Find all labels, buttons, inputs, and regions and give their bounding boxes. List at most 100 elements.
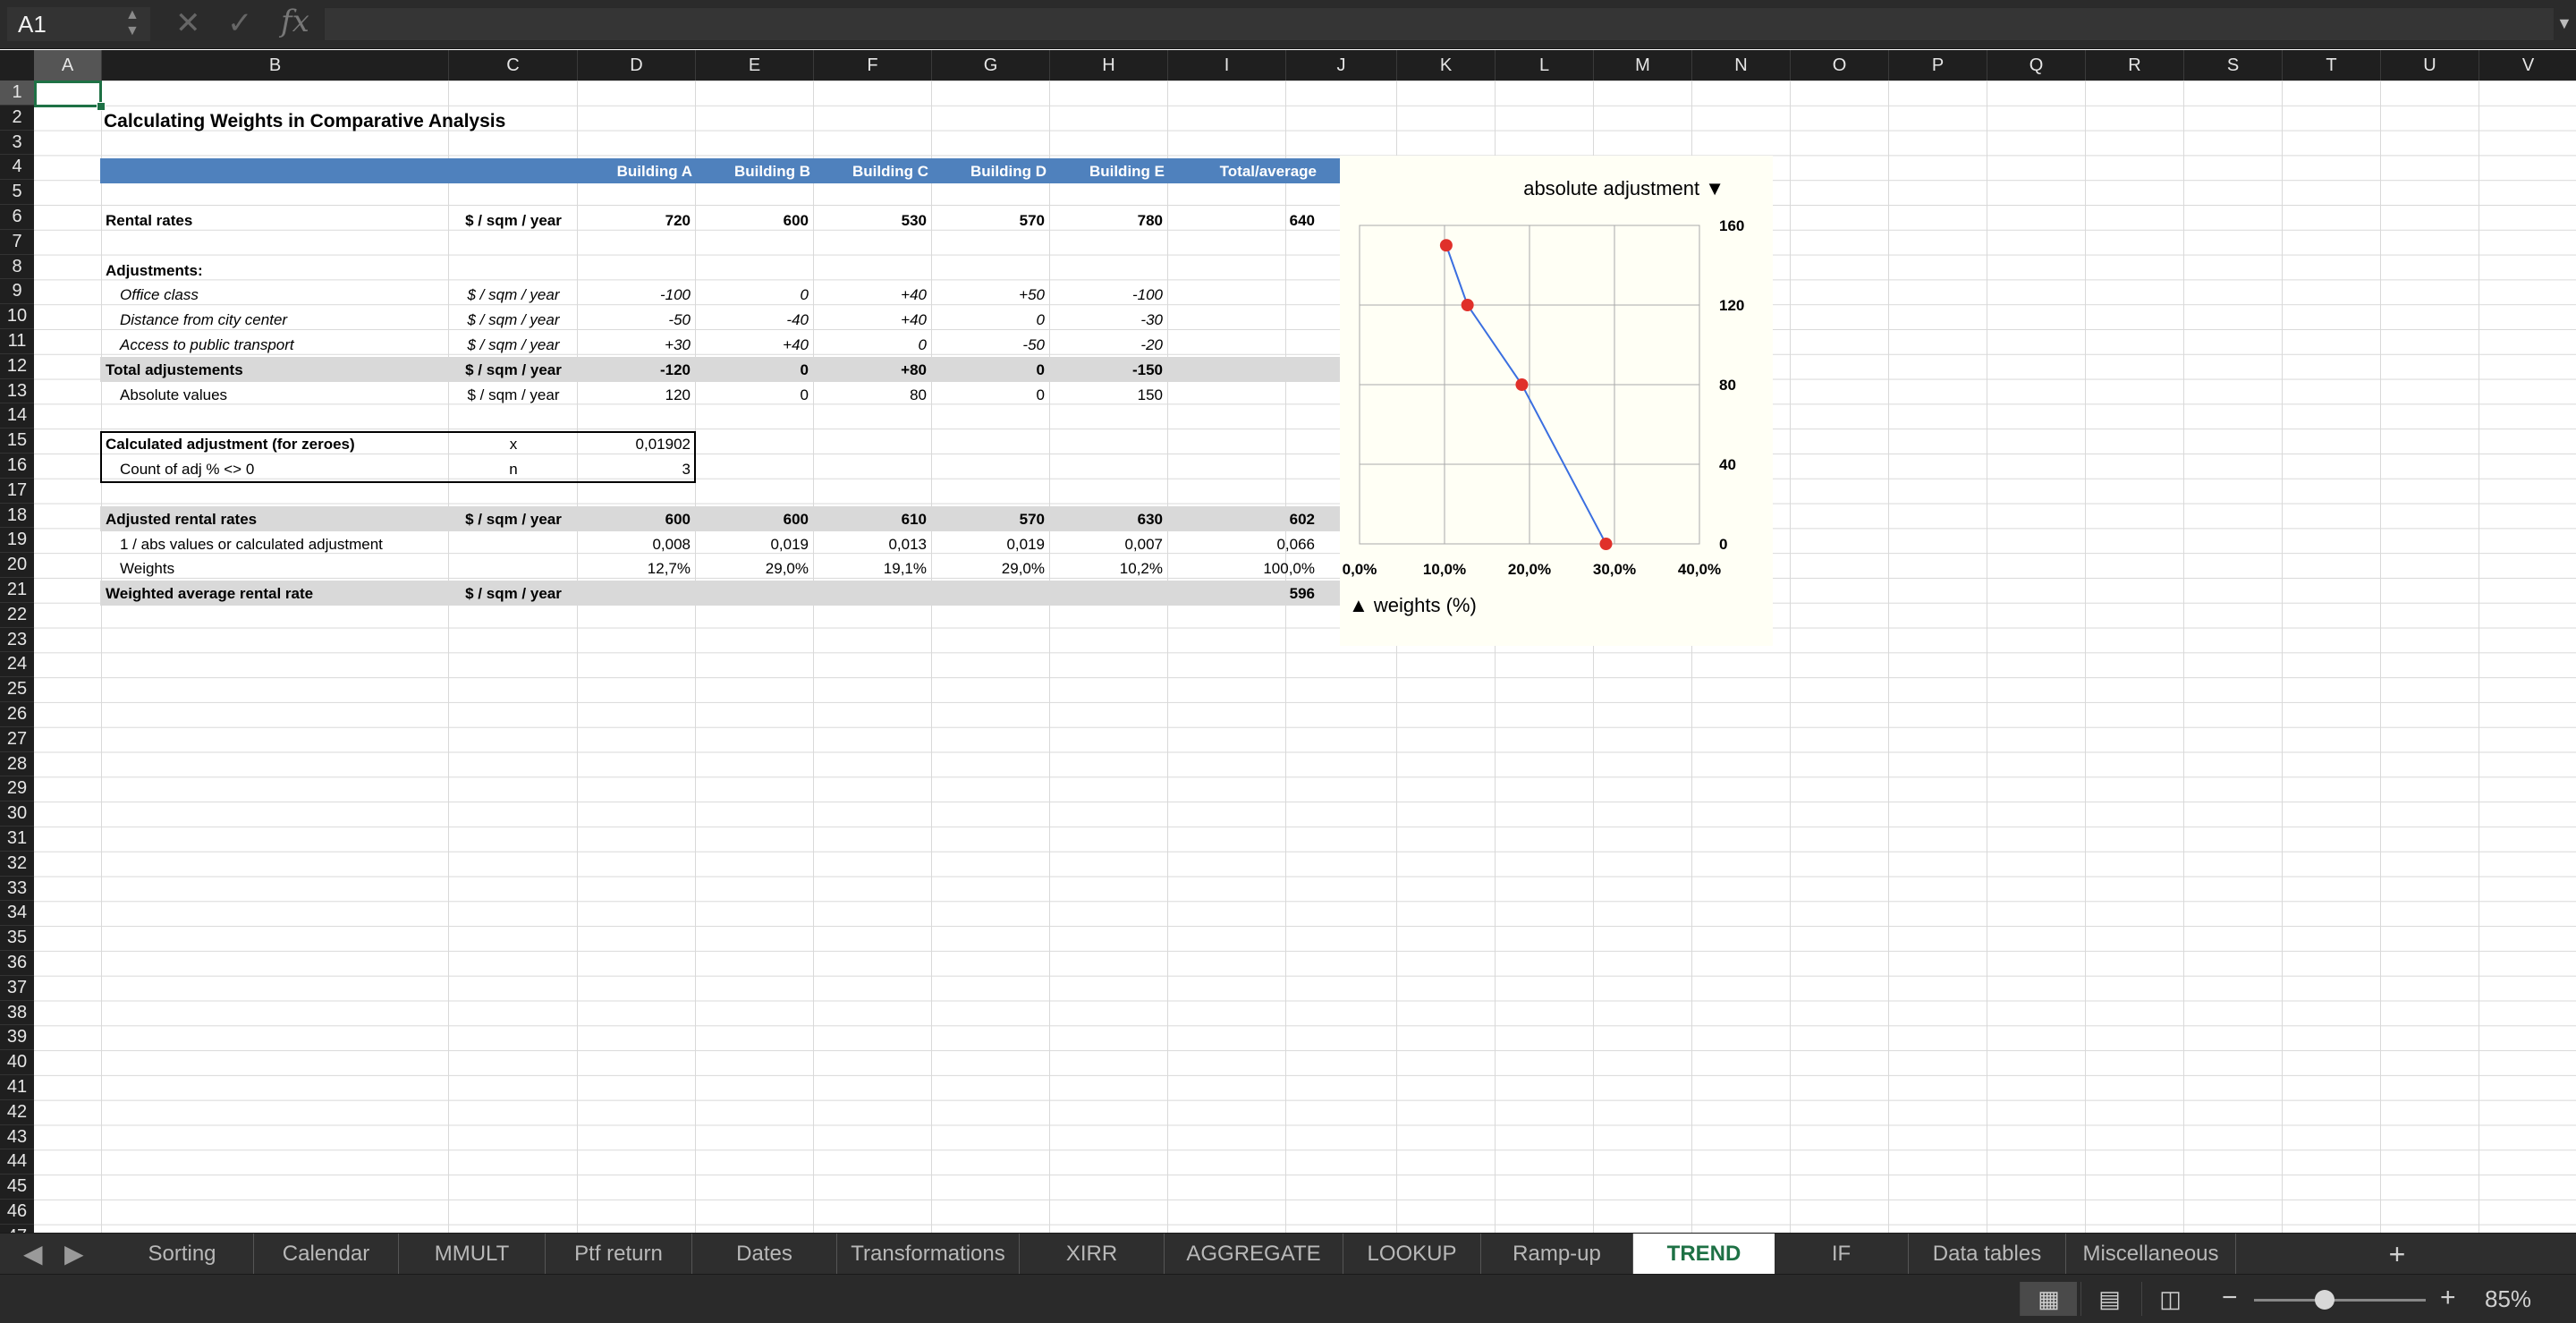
row-header-30[interactable]: 30 [0,801,34,827]
column-header-d[interactable]: D [578,50,696,81]
row-header-12[interactable]: 12 [0,354,34,379]
row-header-11[interactable]: 11 [0,329,34,354]
row-header-37[interactable]: 37 [0,976,34,1001]
page-layout-icon[interactable]: ▤ [2080,1282,2138,1316]
row-header-34[interactable]: 34 [0,901,34,927]
column-header-e[interactable]: E [696,50,814,81]
sheet-tab-xirr[interactable]: XIRR [1020,1234,1165,1275]
column-header-n[interactable]: N [1692,50,1791,81]
column-header-i[interactable]: I [1168,50,1286,81]
active-cell-a1[interactable] [34,81,102,107]
sheet-tab-calendar[interactable]: Calendar [254,1234,399,1275]
confirm-icon[interactable]: ✓ [227,5,253,41]
row-header-2[interactable]: 2 [0,106,34,131]
column-header-b[interactable]: B [102,50,449,81]
row-header-42[interactable]: 42 [0,1100,34,1125]
row-header-15[interactable]: 15 [0,428,34,454]
row-header-40[interactable]: 40 [0,1050,34,1075]
column-header-g[interactable]: G [932,50,1050,81]
sheet-tab-data-tables[interactable]: Data tables [1909,1234,2066,1275]
row-header-45[interactable]: 45 [0,1175,34,1200]
sheet-tab-mmult[interactable]: MMULT [399,1234,546,1275]
row-header-39[interactable]: 39 [0,1025,34,1051]
expand-formula-icon[interactable]: ▼ [2556,14,2572,33]
row-header-44[interactable]: 44 [0,1149,34,1175]
worksheet-grid[interactable]: Calculating Weights in Comparative Analy… [34,81,2576,1233]
row-header-33[interactable]: 33 [0,877,34,902]
sheet-tab-trend[interactable]: TREND [1633,1234,1775,1275]
row-header-3[interactable]: 3 [0,131,34,156]
cancel-icon[interactable]: ✕ [175,5,201,41]
name-box-stepper-icon[interactable]: ▲ ▼ [125,7,140,39]
column-header-r[interactable]: R [2086,50,2184,81]
row-header-21[interactable]: 21 [0,578,34,603]
sheet-tab-aggregate[interactable]: AGGREGATE [1165,1234,1343,1275]
function-icon[interactable]: fx [281,4,309,39]
row-header-6[interactable]: 6 [0,205,34,230]
row-header-29[interactable]: 29 [0,776,34,802]
row-header-4[interactable]: 4 [0,155,34,181]
row-header-8[interactable]: 8 [0,255,34,280]
sheet-tab-ptf-return[interactable]: Ptf return [546,1234,692,1275]
column-header-f[interactable]: F [814,50,932,81]
sheet-tab-dates[interactable]: Dates [692,1234,837,1275]
column-header-l[interactable]: L [1496,50,1594,81]
row-header-1[interactable]: 1 [0,81,34,106]
row-header-27[interactable]: 27 [0,727,34,752]
zoom-slider-thumb[interactable] [2315,1290,2334,1310]
sheet-tab-if[interactable]: IF [1775,1234,1909,1275]
row-header-17[interactable]: 17 [0,479,34,504]
column-header-q[interactable]: Q [1987,50,2086,81]
column-header-v[interactable]: V [2479,50,2576,81]
row-header-9[interactable]: 9 [0,279,34,305]
row-header-43[interactable]: 43 [0,1125,34,1150]
fill-handle[interactable] [97,102,106,111]
normal-view-icon[interactable]: ▦ [2020,1282,2077,1316]
prev-sheet-icon[interactable]: ◀ [23,1239,43,1269]
row-header-41[interactable]: 41 [0,1075,34,1100]
row-header-10[interactable]: 10 [0,304,34,329]
row-header-35[interactable]: 35 [0,926,34,951]
column-header-p[interactable]: P [1889,50,1987,81]
row-header-18[interactable]: 18 [0,504,34,529]
row-header-46[interactable]: 46 [0,1200,34,1225]
column-header-u[interactable]: U [2381,50,2479,81]
row-header-5[interactable]: 5 [0,180,34,205]
row-header-26[interactable]: 26 [0,702,34,727]
formula-input[interactable] [324,7,2555,41]
zoom-slider-track[interactable] [2254,1299,2426,1302]
column-header-o[interactable]: O [1791,50,1889,81]
column-header-a[interactable]: A [34,50,102,81]
column-header-j[interactable]: J [1286,50,1397,81]
row-header-31[interactable]: 31 [0,827,34,852]
column-header-h[interactable]: H [1050,50,1168,81]
row-header-22[interactable]: 22 [0,603,34,628]
row-header-47[interactable]: 47 [0,1225,34,1233]
zoom-level[interactable]: 85% [2485,1285,2531,1313]
column-header-s[interactable]: S [2184,50,2283,81]
row-header-25[interactable]: 25 [0,677,34,702]
row-header-13[interactable]: 13 [0,379,34,404]
row-header-32[interactable]: 32 [0,852,34,877]
row-header-36[interactable]: 36 [0,951,34,976]
row-header-7[interactable]: 7 [0,230,34,255]
zoom-in-icon[interactable]: + [2440,1280,2456,1316]
sheet-tab-transformations[interactable]: Transformations [837,1234,1020,1275]
row-header-23[interactable]: 23 [0,628,34,653]
row-header-16[interactable]: 16 [0,454,34,479]
row-header-14[interactable]: 14 [0,403,34,429]
sheet-tab-sorting[interactable]: Sorting [111,1234,254,1275]
add-sheet-button[interactable]: + [2370,1234,2424,1275]
row-header-20[interactable]: 20 [0,553,34,578]
next-sheet-icon[interactable]: ▶ [64,1239,84,1269]
column-header-m[interactable]: M [1594,50,1692,81]
column-header-c[interactable]: C [449,50,578,81]
row-header-24[interactable]: 24 [0,652,34,678]
sheet-tab-lookup[interactable]: LOOKUP [1343,1234,1481,1275]
sheet-tab-ramp-up[interactable]: Ramp-up [1481,1234,1633,1275]
sheet-tab-miscellaneous[interactable]: Miscellaneous [2066,1234,2236,1275]
zoom-out-icon[interactable]: − [2222,1280,2238,1316]
page-break-icon[interactable]: ◫ [2141,1282,2199,1316]
row-header-19[interactable]: 19 [0,528,34,554]
row-header-38[interactable]: 38 [0,1001,34,1026]
